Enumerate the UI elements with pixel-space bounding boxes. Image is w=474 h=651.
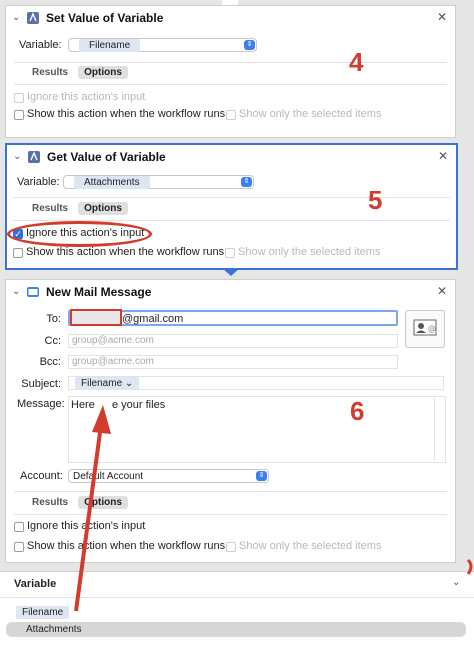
results-options-tabs: Results Options xyxy=(26,202,132,216)
variable-value: Attachments xyxy=(74,176,150,189)
show-action-label: Show this action when the workflow runs xyxy=(26,246,225,258)
results-options-tabs: Results Options xyxy=(26,496,132,510)
account-label: Account: xyxy=(20,470,63,482)
action-header[interactable]: ⌄ Get Value of Variable ✕ xyxy=(7,145,456,171)
mail-icon xyxy=(27,287,39,297)
show-action-checkbox[interactable] xyxy=(13,248,23,258)
action-card-set-value: ⌄ Set Value of Variable ✕ Variable: File… xyxy=(5,5,456,138)
connector-caret xyxy=(222,268,240,276)
chevron-down-icon[interactable]: ⌄ xyxy=(452,577,460,588)
svg-text:@: @ xyxy=(428,324,436,333)
account-popup[interactable]: Default Account ⇕ xyxy=(68,469,269,483)
tab-results[interactable]: Results xyxy=(26,496,74,509)
variables-panel: Variable ⌄ Filename Attachments xyxy=(0,571,474,651)
show-selected-checkbox[interactable] xyxy=(226,542,236,552)
action-card-get-value: ⌄ Get Value of Variable ✕ Variable: Atta… xyxy=(5,143,458,270)
action-header[interactable]: ⌄ Set Value of Variable ✕ xyxy=(6,6,455,32)
variable-icon xyxy=(27,12,39,24)
bcc-field[interactable]: group@acme.com xyxy=(68,355,398,369)
tab-results[interactable]: Results xyxy=(26,202,74,215)
action-title: Set Value of Variable xyxy=(46,11,164,25)
variable-value: Filename xyxy=(79,39,141,52)
show-action-label: Show this action when the workflow runs xyxy=(27,540,226,552)
variable-item[interactable]: Attachments xyxy=(20,623,88,636)
highlight-ellipse xyxy=(7,221,152,247)
show-action-checkbox[interactable] xyxy=(14,110,24,120)
close-icon[interactable]: ✕ xyxy=(437,284,447,298)
popup-stepper-icon: ⇕ xyxy=(256,471,267,481)
close-icon[interactable]: ✕ xyxy=(437,10,447,24)
show-selected-checkbox[interactable] xyxy=(226,110,236,120)
tab-options[interactable]: Options xyxy=(78,496,128,509)
subject-variable-token[interactable]: Filename ⌄ xyxy=(75,377,140,390)
cc-label: Cc: xyxy=(44,335,62,347)
action-card-new-mail: ⌄ New Mail Message ✕ To: @gmail.com @ Cc… xyxy=(5,279,456,563)
variable-item-row[interactable]: Attachments xyxy=(6,622,466,637)
variable-label: Variable: xyxy=(19,39,62,51)
tab-results[interactable]: Results xyxy=(26,66,74,79)
show-selected-label: Show only the selected items xyxy=(238,246,381,258)
ignore-input-checkbox[interactable] xyxy=(14,93,24,103)
action-header[interactable]: ⌄ New Mail Message ✕ xyxy=(6,280,455,306)
chevron-down-icon[interactable]: ⌄ xyxy=(12,286,20,297)
variable-icon xyxy=(28,151,40,163)
results-options-tabs: Results Options xyxy=(26,66,132,80)
variable-item[interactable]: Filename xyxy=(16,606,70,619)
show-selected-label: Show only the selected items xyxy=(239,108,382,120)
action-title: Get Value of Variable xyxy=(47,150,166,164)
account-value: Default Account xyxy=(73,471,144,482)
subject-field[interactable]: Filename ⌄ xyxy=(68,376,444,390)
to-field[interactable]: @gmail.com xyxy=(68,309,398,326)
message-label: Message: xyxy=(17,398,65,410)
to-redaction xyxy=(70,309,122,326)
show-selected-label: Show only the selected items xyxy=(239,540,382,552)
bcc-label: Bcc: xyxy=(39,356,61,368)
ignore-input-label: Ignore this action's input xyxy=(27,91,146,103)
annotation-number: 4 xyxy=(349,47,364,77)
chevron-down-icon[interactable]: ⌄ xyxy=(13,151,21,162)
cc-field[interactable]: group@acme.com xyxy=(68,334,398,348)
subject-token-label: Filename xyxy=(81,378,123,389)
popup-stepper-icon: ⇕ xyxy=(244,40,255,50)
variable-popup[interactable]: Filename ⇕ xyxy=(68,38,257,52)
subject-label: Subject: xyxy=(21,378,61,390)
action-title: New Mail Message xyxy=(46,285,152,299)
to-label: To: xyxy=(46,313,61,325)
message-text-b: e your files xyxy=(112,399,166,411)
message-text-a: Here xyxy=(71,399,95,411)
variables-header: Variable xyxy=(14,578,57,590)
close-icon[interactable]: ✕ xyxy=(438,149,448,163)
variable-label: Variable: xyxy=(17,176,60,188)
show-action-label: Show this action when the workflow runs xyxy=(27,108,226,120)
tab-options[interactable]: Options xyxy=(78,202,128,215)
annotation-number: 5 xyxy=(368,185,383,215)
chevron-down-icon[interactable]: ⌄ xyxy=(12,12,20,23)
contacts-icon: @ xyxy=(413,319,437,336)
message-field[interactable]: Here e your files xyxy=(68,396,446,463)
popup-stepper-icon: ⇕ xyxy=(241,177,252,187)
show-selected-checkbox[interactable] xyxy=(225,248,235,258)
ignore-input-label: Ignore this action's input xyxy=(27,520,146,532)
show-action-checkbox[interactable] xyxy=(14,542,24,552)
to-value: @gmail.com xyxy=(122,313,184,325)
address-book-button[interactable]: @ xyxy=(405,310,445,348)
annotation-number: 6 xyxy=(350,396,365,426)
message-scrollbar[interactable] xyxy=(434,398,444,461)
ignore-input-checkbox[interactable] xyxy=(14,522,24,532)
tab-options[interactable]: Options xyxy=(78,66,128,79)
variable-popup[interactable]: Attachments ⇕ xyxy=(63,175,254,189)
